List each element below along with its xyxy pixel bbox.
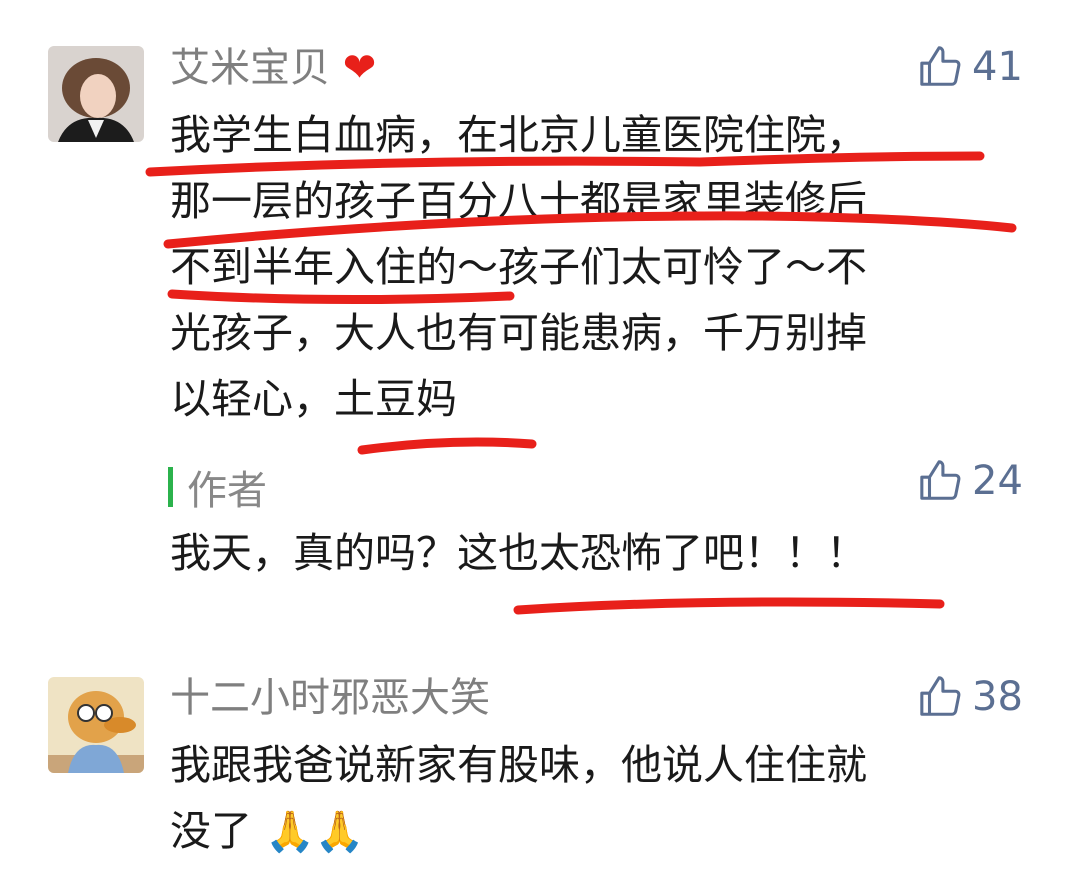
avatar-image (48, 677, 144, 773)
thumbs-up-icon (920, 46, 961, 86)
author-reply-text: 我天，真的吗？这也太恐怖了吧！！！ (170, 529, 867, 577)
thumbs-up-icon (920, 676, 961, 716)
like-button[interactable]: 38 (918, 674, 1023, 720)
avatar[interactable] (48, 677, 144, 773)
author-indicator (168, 467, 173, 507)
avatar-image (48, 46, 144, 142)
like-button[interactable]: 41 (918, 44, 1023, 90)
like-count: 38 (972, 674, 1023, 720)
commenter-name[interactable]: 十二小时邪恶大笑 (170, 674, 490, 722)
comment-text: 我学生白血病，在北京儿童医院住院， 那一层的孩子百分八十都是家里装修后 不到半年… (170, 111, 867, 423)
author-label: 作者 (187, 468, 267, 514)
comment-text: 我跟我爸说新家有股味，他说人住住就 没了 🙏🙏 (170, 741, 867, 855)
commenter-name[interactable]: 艾米宝贝 ❤ (170, 44, 376, 92)
avatar[interactable] (48, 46, 144, 142)
like-count: 41 (972, 44, 1023, 90)
heart-icon: ❤ (342, 45, 377, 91)
like-count: 24 (972, 458, 1023, 504)
like-button[interactable]: 24 (918, 458, 1023, 504)
praying-hands-icon: 🙏🙏 (265, 809, 365, 855)
author-reply-header: 作者 (168, 458, 267, 516)
thumbs-up-icon (920, 460, 961, 500)
